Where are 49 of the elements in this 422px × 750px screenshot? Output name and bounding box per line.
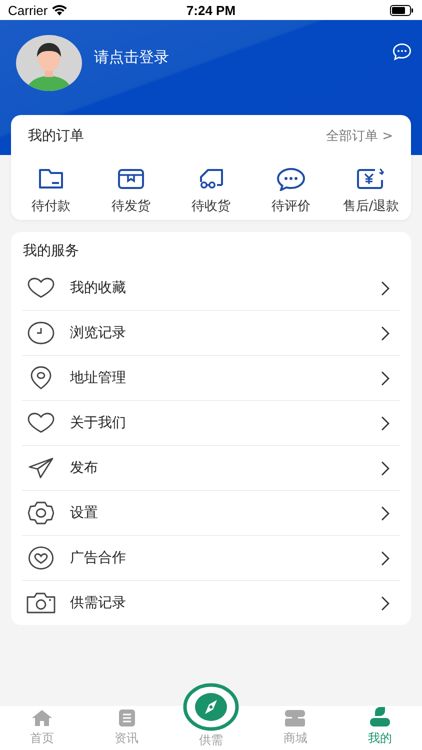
compass-icon[interactable] — [183, 683, 239, 731]
speech-bubble-icon — [276, 167, 306, 191]
carrier-label: Carrier — [8, 2, 48, 18]
chat-bubble-icon[interactable] — [392, 43, 412, 61]
location-pin-icon — [30, 366, 52, 390]
all-orders-link[interactable]: 全部订单 > — [326, 127, 393, 145]
heart-icon — [27, 277, 55, 299]
storefront-icon — [284, 709, 306, 727]
heart-circle-icon — [28, 546, 54, 570]
chevron-right-icon — [381, 326, 390, 340]
home-icon — [31, 709, 54, 727]
tab-bar-item[interactable]: 我的 — [338, 706, 422, 750]
wifi-icon — [52, 4, 67, 16]
camera-icon — [26, 592, 56, 614]
service-menu-item[interactable]: 浏览记录 — [70, 324, 381, 342]
heart-icon — [27, 412, 55, 434]
chevron-right-icon — [381, 550, 390, 566]
section-title: 我的服务 — [22, 242, 79, 261]
service-menu-item[interactable]: 供需记录 — [70, 594, 381, 612]
settings-icon — [28, 501, 54, 525]
battery-icon — [390, 4, 414, 16]
package-box-icon — [117, 167, 145, 191]
chevron-right-icon — [381, 596, 390, 610]
service-menu-item[interactable]: 我的收藏 — [70, 279, 381, 297]
chevron-right-icon — [381, 460, 390, 476]
delivery-truck-icon — [197, 167, 225, 191]
order-status-link[interactable]: 待收货 — [192, 197, 230, 215]
clock-icon — [27, 321, 55, 345]
login-prompt[interactable]: 请点击登录 — [94, 48, 392, 67]
order-status-link[interactable]: 待付款 — [32, 197, 70, 215]
clock-time: 7:24 PM — [186, 2, 236, 18]
section-title: 我的订单 — [28, 127, 84, 145]
service-menu-item[interactable]: 地址管理 — [70, 369, 381, 387]
wallet-icon — [37, 167, 65, 191]
order-status-link[interactable]: 待发货 — [112, 197, 150, 215]
chevron-right-icon — [381, 416, 390, 430]
service-menu-item[interactable]: 设置 — [70, 504, 381, 522]
chevron-right-icon — [381, 370, 390, 386]
service-menu-item[interactable]: 关于我们 — [70, 414, 381, 432]
yen-refund-icon — [356, 167, 386, 191]
order-status-link[interactable]: 待评价 — [272, 197, 310, 215]
service-menu-item[interactable]: 发布 — [70, 459, 381, 477]
person-icon — [368, 707, 391, 727]
document-icon — [118, 709, 136, 727]
order-status-link[interactable]: 售后/退款 — [342, 197, 400, 215]
chevron-right-icon — [381, 506, 390, 520]
chevron-right-icon — [381, 280, 390, 296]
paper-plane-icon — [28, 457, 54, 479]
service-menu-item[interactable]: 广告合作 — [70, 549, 381, 567]
